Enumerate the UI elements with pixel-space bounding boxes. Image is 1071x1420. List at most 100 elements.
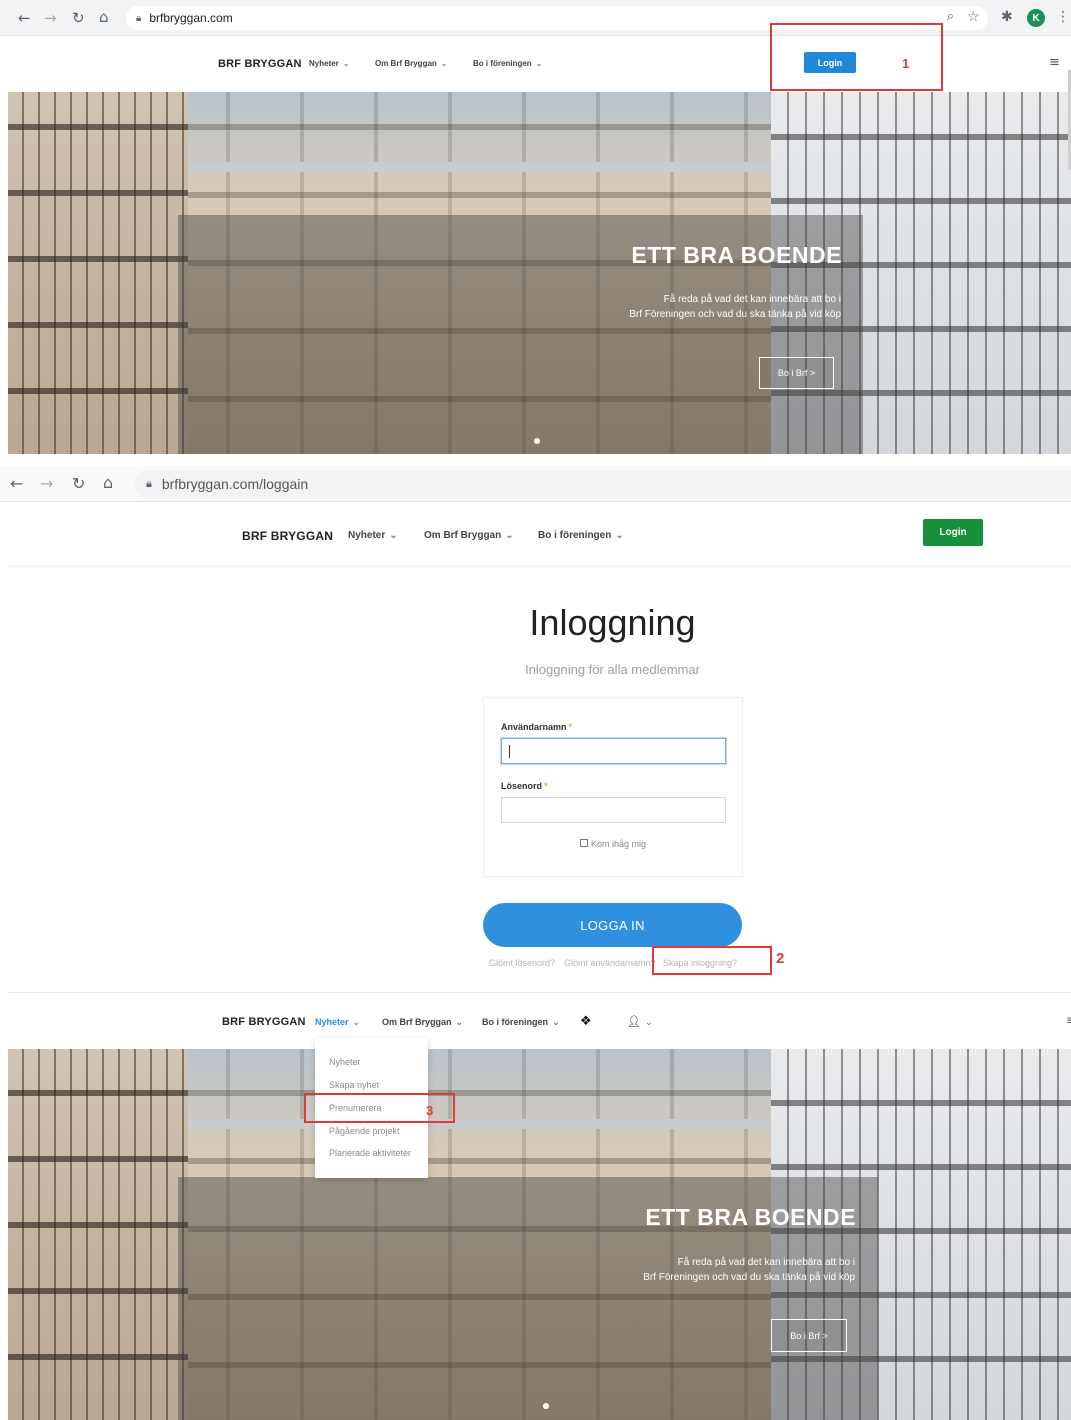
nav-item-om-brf-bryggan[interactable]: Om Brf Bryggan ⌄ [382,1017,463,1028]
nav-item-om-brf-bryggan[interactable]: Om Brf Bryggan ⌄ [375,59,448,68]
chevron-down-icon: ⌄ [615,530,624,541]
hero-building-left [8,92,188,454]
hero-title: ETT BRA BOENDE [645,1204,856,1230]
nav-item-bo-i-foreningen[interactable]: Bo i föreningen ⌄ [473,59,542,68]
submit-login-button[interactable]: LOGGA IN [483,903,742,947]
user-account-icon[interactable]: 👤︎ ⌄ [627,1015,653,1028]
login-button[interactable]: Login [923,519,983,546]
password-input[interactable] [501,797,726,823]
hero-cta-button[interactable]: Bo i Brf > [771,1319,847,1352]
annotation-box-2 [652,946,772,975]
hero-banner-1: ETT BRA BOENDE Få reda på vad det kan in… [8,92,1071,454]
star-icon[interactable]: ☆ [967,9,980,25]
hero-building-left [8,1049,188,1420]
hero-text-line: Brf Föreningen och vad du ska tänka på v… [629,309,841,320]
nav-label: Bo i föreningen [473,59,532,68]
home-icon[interactable]: ⌂ [103,473,113,492]
hero-title: ETT BRA BOENDE [631,242,842,268]
hero-cta-button[interactable]: Bo i Brf > [759,357,834,389]
nav-item-bo-i-foreningen[interactable]: Bo i föreningen ⌄ [482,1017,560,1028]
dropdown-item-skapa-nyhet[interactable]: Skapa nyhet [329,1080,379,1090]
hero-text-line: Få reda på vad det kan innebära att bo i [663,294,841,305]
username-label: Användarnamn * [501,722,572,732]
section-divider [8,992,1071,993]
nav-label: Nyheter [309,59,339,68]
chevron-down-icon: ⌄ [440,59,448,68]
dropdown-item-nyheter[interactable]: Nyheter [329,1057,361,1067]
address-text: brfbryggan.com/loggain [161,476,309,492]
dropdown-item-planerade-aktiviteter[interactable]: Planerade aktiviteter [329,1148,411,1158]
nav-item-nyheter[interactable]: Nyheter ⌄ [309,59,350,68]
zoom-icon[interactable]: ⌕ [947,9,954,24]
chevron-down-icon: ⌄ [352,1018,361,1028]
reload-icon[interactable]: ↻ [72,9,85,27]
remember-me-checkbox[interactable] [580,839,588,847]
chevron-down-icon: ⌄ [342,59,350,68]
hero-text: Få reda på vad det kan innebära att bo i… [643,1255,855,1285]
profile-avatar[interactable]: K [1027,9,1045,27]
dropbox-icon[interactable]: ❖ [580,1014,592,1029]
extensions-icon[interactable]: ✱ [1001,9,1013,25]
hamburger-menu-icon[interactable]: ≡ [1066,1013,1071,1027]
annotation-number-3: 3 [426,1103,434,1118]
lock-icon: 🔒︎ [136,12,142,24]
username-label-text: Användarnamn [501,722,567,732]
nav-label: Nyheter [315,1017,349,1027]
carousel-dot[interactable] [543,1403,549,1409]
text-caret [509,745,510,758]
nav-label: Bo i föreningen [538,530,612,541]
hero-roofline [188,162,771,172]
annotation-number-2: 2 [776,950,785,967]
annotation-box-1 [770,23,943,91]
login-form-card: Användarnamn * Lösenord * Kom ihåg mig [483,697,743,877]
forward-arrow-icon[interactable]: → [44,9,57,27]
brand-logo[interactable]: BRF BRYGGAN [222,1016,306,1028]
reload-icon[interactable]: ↻ [72,474,85,493]
site-header-2: BRF BRYGGAN Nyheter ⌄ Om Brf Bryggan ⌄ Bo … [8,503,1071,567]
browser-toolbar-2: ← → ↻ ⌂ 🔒︎ brfbryggan.com/loggain [0,466,1071,502]
chevron-down-icon: ⌄ [552,1018,560,1028]
nav-label: Bo i föreningen [482,1017,548,1027]
required-marker: * [544,781,548,791]
nav-label: Om Brf Bryggan [424,530,502,541]
dropdown-item-pagaende-projekt[interactable]: Pågående projekt [329,1126,400,1136]
home-icon[interactable]: ⌂ [99,8,109,26]
brand-logo[interactable]: BRF BRYGGAN [242,529,333,543]
hero-text-line: Få reda på vad det kan innebära att bo i [677,1257,855,1268]
carousel-dot[interactable] [534,438,540,444]
forgot-password-link[interactable]: Glömt lösenord? [489,958,555,968]
hamburger-menu-icon[interactable]: ≡ [1049,55,1060,70]
back-arrow-icon[interactable]: ← [18,9,31,27]
back-arrow-icon[interactable]: ← [10,474,23,493]
chevron-down-icon: ⌄ [535,59,543,68]
remember-me-label[interactable]: Kom ihåg mig [591,839,646,849]
annotation-number-1: 1 [902,56,910,71]
nav-item-nyheter[interactable]: Nyheter ⌄ [348,530,398,541]
chevron-down-icon: ⌄ [389,530,398,541]
nav-item-bo-i-foreningen[interactable]: Bo i föreningen ⌄ [538,530,624,541]
chevron-down-icon: ⌄ [644,1018,653,1028]
hero-text: Få reda på vad det kan innebära att bo i… [629,292,841,322]
forgot-username-link[interactable]: Glömt användarnamn? [564,958,656,968]
brand-logo[interactable]: BRF BRYGGAN [218,58,302,70]
hero-roofline [188,1119,771,1129]
address-text: brfbryggan.com [149,11,233,25]
nav-label: Om Brf Bryggan [375,59,437,68]
username-input[interactable] [501,738,726,764]
nav-item-nyheter-active[interactable]: Nyheter ⌄ [315,1017,360,1028]
forward-arrow-icon[interactable]: → [40,474,53,493]
nav-label: Om Brf Bryggan [382,1017,452,1027]
page-subtitle: Inloggning för alla medlemmar [525,662,700,677]
chevron-down-icon: ⌄ [505,530,514,541]
required-marker: * [568,722,573,732]
password-label-text: Lösenord [501,781,543,791]
hero-banner-3: ETT BRA BOENDE Få reda på vad det kan in… [8,1049,1071,1420]
nav-item-om-brf-bryggan[interactable]: Om Brf Bryggan ⌄ [424,530,514,541]
password-label: Lösenord * [501,781,548,791]
address-bar[interactable]: 🔒︎ brfbryggan.com/loggain [134,470,1071,498]
lock-icon: 🔒︎ [146,477,152,490]
menu-dots-icon[interactable]: ⋮ [1056,9,1070,25]
nav-label: Nyheter [348,530,386,541]
chevron-down-icon: ⌄ [455,1018,464,1028]
page-title: Inloggning [529,602,696,643]
